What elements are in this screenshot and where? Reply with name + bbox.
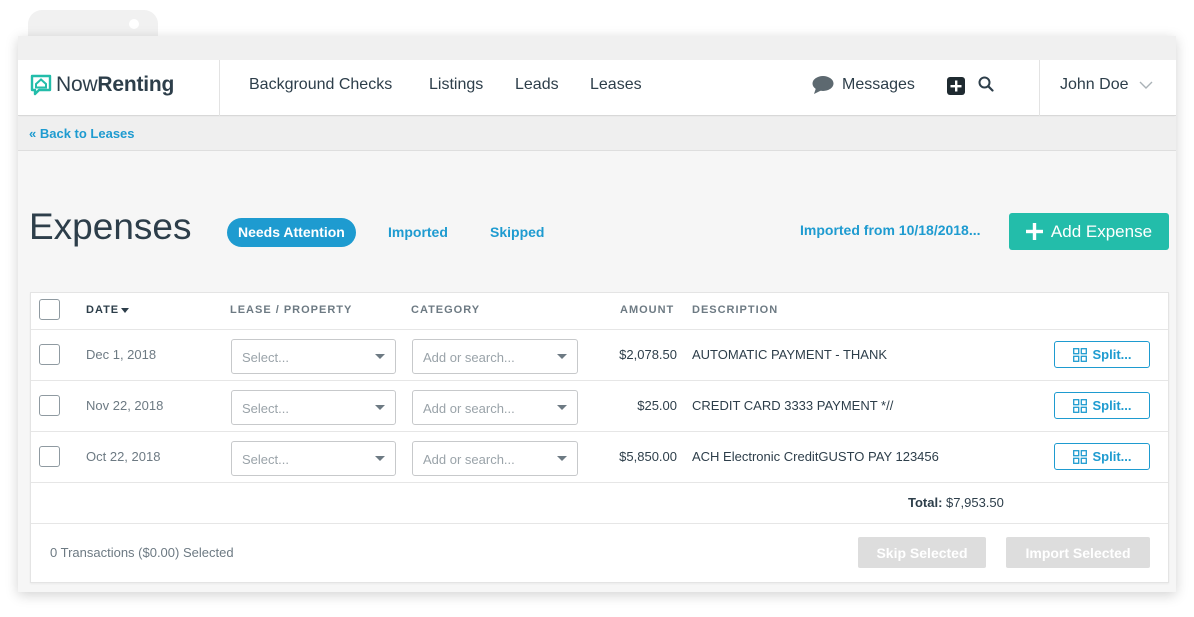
breadcrumb-bar: « Back to Leases xyxy=(18,117,1176,151)
lease-select[interactable]: Select... xyxy=(231,441,396,476)
sort-desc-icon xyxy=(121,307,130,313)
total-value: $7,953.50 xyxy=(946,495,1004,510)
nav-divider-user xyxy=(1039,60,1040,116)
column-header-lease: LEASE / PROPERTY xyxy=(230,304,353,316)
add-expense-button[interactable]: Add Expense xyxy=(1009,213,1169,250)
tab-imported[interactable]: Imported xyxy=(377,218,459,247)
split-label: Split... xyxy=(1092,398,1132,413)
category-select[interactable]: Add or search... xyxy=(412,390,578,425)
category-select-placeholder: Add or search... xyxy=(423,452,515,467)
row-divider xyxy=(31,482,1168,483)
imported-from-link[interactable]: Imported from 10/18/2018... xyxy=(800,222,981,238)
user-name: John Doe xyxy=(1060,76,1129,93)
row-date: Dec 1, 2018 xyxy=(86,347,157,362)
grid-icon xyxy=(1072,398,1087,413)
add-expense-label: Add Expense xyxy=(1050,221,1153,241)
grid-icon xyxy=(1072,347,1087,362)
select-all-checkbox[interactable] xyxy=(39,299,60,320)
lease-select-placeholder: Select... xyxy=(242,401,289,416)
search-icon[interactable] xyxy=(978,76,994,92)
chevron-down-icon xyxy=(1139,81,1152,89)
row-checkbox[interactable] xyxy=(39,395,60,416)
split-label: Split... xyxy=(1092,449,1132,464)
lease-select-placeholder: Select... xyxy=(242,452,289,467)
page-title: Expenses xyxy=(29,206,192,247)
tab-dot xyxy=(129,19,139,29)
top-navbar: NowRenting Background Checks Listings Le… xyxy=(18,60,1176,116)
total-label: Total: xyxy=(908,495,943,510)
chat-bubble-icon[interactable] xyxy=(812,75,834,95)
caret-down-icon xyxy=(375,405,385,410)
category-select-placeholder: Add or search... xyxy=(423,401,515,416)
category-select-placeholder: Add or search... xyxy=(423,350,515,365)
row-divider xyxy=(31,431,1168,432)
selected-summary: 0 Transactions ($0.00) Selected xyxy=(50,545,234,560)
split-label: Split... xyxy=(1092,347,1132,362)
row-date: Nov 22, 2018 xyxy=(86,398,164,413)
house-chat-logo-icon xyxy=(30,74,52,96)
row-description: ACH Electronic CreditGUSTO PAY 123456 xyxy=(692,449,939,464)
lease-select[interactable]: Select... xyxy=(231,390,396,425)
tab-needs-attention[interactable]: Needs Attention xyxy=(227,218,356,247)
skip-selected-button[interactable]: Skip Selected xyxy=(858,537,986,568)
row-checkbox[interactable] xyxy=(39,446,60,467)
split-button[interactable]: Split... xyxy=(1054,443,1150,470)
logo[interactable]: NowRenting xyxy=(30,72,174,98)
row-amount: $25.00 xyxy=(637,398,677,413)
nav-listings[interactable]: Listings xyxy=(429,76,483,94)
nav-leads[interactable]: Leads xyxy=(515,76,559,94)
row-checkbox[interactable] xyxy=(39,344,60,365)
tab-skipped[interactable]: Skipped xyxy=(479,218,555,247)
caret-down-icon xyxy=(375,456,385,461)
back-to-leases-link[interactable]: « Back to Leases xyxy=(29,126,135,141)
row-divider xyxy=(31,380,1168,381)
logo-text: NowRenting xyxy=(56,73,175,96)
column-header-category: CATEGORY xyxy=(411,304,481,316)
user-menu[interactable]: John Doe xyxy=(1060,76,1153,94)
category-select[interactable]: Add or search... xyxy=(412,339,578,374)
lease-select[interactable]: Select... xyxy=(231,339,396,374)
caret-down-icon xyxy=(375,354,385,359)
row-date: Oct 22, 2018 xyxy=(86,449,161,464)
import-selected-button[interactable]: Import Selected xyxy=(1006,537,1150,568)
nav-messages[interactable]: Messages xyxy=(842,76,915,94)
window-chrome xyxy=(18,36,1176,60)
column-header-description: DESCRIPTION xyxy=(692,304,779,316)
nav-divider xyxy=(219,60,220,116)
lease-select-placeholder: Select... xyxy=(242,350,289,365)
split-button[interactable]: Split... xyxy=(1054,392,1150,419)
total-amount: Total: $7,953.50 xyxy=(908,495,1004,510)
app-window: NowRenting Background Checks Listings Le… xyxy=(18,36,1176,592)
row-divider xyxy=(31,329,1168,330)
nav-background-checks[interactable]: Background Checks xyxy=(249,76,392,94)
grid-icon xyxy=(1072,449,1087,464)
row-amount: $5,850.00 xyxy=(619,449,677,464)
plus-icon xyxy=(1025,223,1043,240)
plus-box-icon[interactable] xyxy=(947,77,965,95)
column-header-date[interactable]: DATE xyxy=(86,304,130,316)
column-header-amount: AMOUNT xyxy=(620,304,675,316)
nav-leases[interactable]: Leases xyxy=(590,76,642,94)
split-button[interactable]: Split... xyxy=(1054,341,1150,368)
category-select[interactable]: Add or search... xyxy=(412,441,578,476)
row-description: AUTOMATIC PAYMENT - THANK xyxy=(692,347,888,362)
row-divider xyxy=(31,523,1168,524)
row-amount: $2,078.50 xyxy=(619,347,677,362)
row-description: CREDIT CARD 3333 PAYMENT *// xyxy=(692,398,894,413)
expenses-table: DATE LEASE / PROPERTY CATEGORY AMOUNT DE… xyxy=(30,292,1169,583)
